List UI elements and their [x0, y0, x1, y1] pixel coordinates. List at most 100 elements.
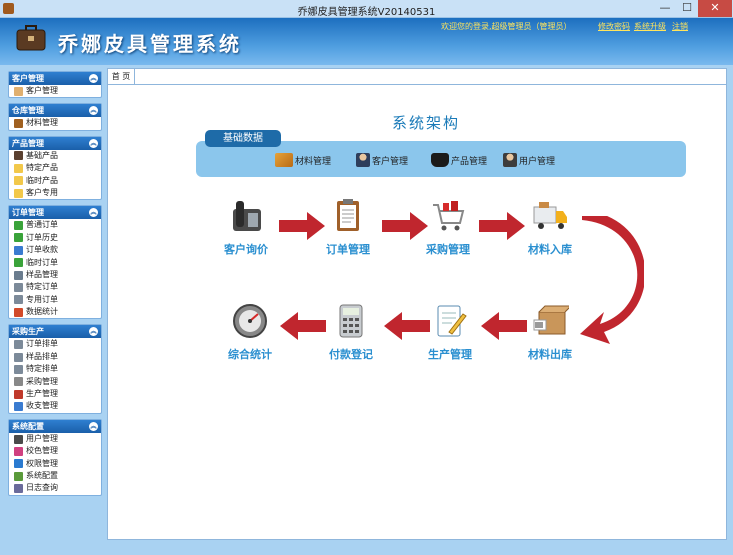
bag-icon	[14, 151, 23, 161]
collapse-icon[interactable]: ︽	[89, 421, 98, 431]
base-item-user[interactable]: 用户管理	[503, 153, 555, 167]
flow-arrow-right	[279, 212, 325, 240]
sidebar-section-header[interactable]: 客户管理 ︽	[9, 72, 101, 85]
sidebar-item-label: 订单收款	[26, 245, 58, 255]
sidebar-item[interactable]: 系统配置	[9, 470, 101, 482]
sidebar-section: 仓库管理 ︽ 材料管理	[8, 103, 102, 131]
architecture-title: 系统架构	[392, 114, 461, 132]
tab-home[interactable]: 首 页	[107, 68, 135, 84]
sidebar-item[interactable]: 专用订单	[9, 294, 101, 306]
logout-link[interactable]: 注销	[672, 21, 688, 32]
base-data-tag: 基础数据	[205, 130, 281, 147]
sidebar-item[interactable]: 权限管理	[9, 458, 101, 470]
sidebar-item[interactable]: 数据统计	[9, 306, 101, 318]
log-icon	[14, 484, 23, 494]
cart-icon	[433, 201, 465, 231]
calculator-icon	[339, 304, 363, 338]
material-icon	[14, 119, 23, 129]
collapse-icon[interactable]: ︽	[89, 138, 98, 148]
flow-arrow-right	[479, 212, 525, 240]
base-item-product[interactable]: 产品管理	[431, 153, 487, 167]
factory-icon	[14, 389, 23, 399]
close-button[interactable]: ✕	[698, 0, 732, 17]
sidebar-item-label: 特定产品	[26, 163, 58, 173]
sidebar: 客户管理 ︽ 客户管理仓库管理 ︽ 材料管理产品管理 ︽ 基础产品 特定产品临时产品 客户专用订…	[8, 71, 102, 536]
sidebar-item[interactable]: 样品管理	[9, 269, 101, 281]
doc-icon	[14, 352, 23, 362]
sidebar-section-header[interactable]: 产品管理 ︽	[9, 136, 101, 150]
sidebar-item-label: 普通订单	[26, 220, 58, 230]
sidebar-item[interactable]: 普通订单	[9, 219, 101, 231]
gauge-icon	[233, 304, 267, 338]
sidebar-item[interactable]: 订单排单	[9, 338, 101, 350]
sidebar-item-label: 采购管理	[26, 376, 58, 386]
sidebar-item-label: 样品排单	[26, 351, 58, 361]
flow-node-stock-in[interactable]: 材料入库	[515, 197, 585, 257]
collapse-icon[interactable]: ︽	[89, 106, 98, 116]
minimize-button[interactable]: —	[654, 0, 676, 17]
flow-node-payment[interactable]: 付款登记	[316, 302, 386, 362]
sidebar-item-label: 数据统计	[26, 307, 58, 317]
sidebar-item-label: 用户管理	[26, 433, 58, 443]
order-icon	[14, 221, 23, 231]
bag-icon	[431, 153, 449, 167]
sidebar-item[interactable]: 日志查询	[9, 482, 101, 494]
sidebar-item[interactable]: 临时订单	[9, 257, 101, 269]
doc-icon	[14, 364, 23, 374]
money-icon	[14, 245, 23, 255]
flow-node-inquiry[interactable]: 客户询价	[211, 197, 281, 257]
sample-icon	[14, 270, 23, 280]
sidebar-item[interactable]: 特定订单	[9, 281, 101, 293]
sidebar-item[interactable]: 临时产品	[9, 175, 101, 187]
sidebar-section: 采购生产 ︽ 订单排单样品排单特定排单采购管理生产管理 收支管理	[8, 324, 102, 414]
sidebar-item[interactable]: 采购管理	[9, 376, 101, 388]
clipboard-icon	[337, 199, 359, 231]
sidebar-item-label: 系统配置	[26, 470, 58, 480]
sidebar-section-header[interactable]: 仓库管理 ︽	[9, 104, 101, 118]
folder-icon	[14, 188, 23, 198]
change-password-link[interactable]: 修改密码	[598, 21, 630, 32]
maximize-button[interactable]: ☐	[676, 0, 698, 17]
flow-curve-arrow	[580, 216, 644, 344]
customer-icon	[14, 86, 23, 96]
sidebar-item[interactable]: 样品排单	[9, 351, 101, 363]
money-icon	[14, 402, 23, 412]
sidebar-item[interactable]: 订单历史	[9, 232, 101, 244]
doc-icon	[14, 340, 23, 350]
briefcase-logo-icon	[16, 25, 46, 51]
config-icon	[14, 471, 23, 481]
collapse-icon[interactable]: ︽	[89, 327, 98, 337]
stats-icon	[14, 307, 23, 317]
sidebar-item[interactable]: 特定排单	[9, 363, 101, 375]
welcome-text: 欢迎您的登录,超级管理员（管理员）	[441, 22, 572, 31]
sidebar-section-header[interactable]: 采购生产 ︽	[9, 325, 101, 339]
base-item-customer[interactable]: 客户管理	[356, 153, 408, 167]
collapse-icon[interactable]: ︽	[89, 208, 98, 218]
sidebar-item[interactable]: 收支管理	[9, 400, 101, 412]
sidebar-item[interactable]: 订单收款	[9, 244, 101, 256]
sidebar-section-title: 采购生产	[12, 327, 44, 337]
flow-node-statistics[interactable]: 综合统计	[215, 302, 285, 362]
sidebar-item[interactable]: 特定产品	[9, 162, 101, 174]
phone-icon	[233, 201, 261, 231]
collapse-icon[interactable]: ︽	[89, 74, 98, 83]
sidebar-item[interactable]: 用户管理	[9, 433, 101, 445]
sidebar-item-label: 订单历史	[26, 232, 58, 242]
sidebar-item[interactable]: 校色管理	[9, 445, 101, 457]
doc-icon	[14, 295, 23, 305]
system-upgrade-link[interactable]: 系统升级	[634, 21, 666, 32]
sidebar-item[interactable]: 客户专用	[9, 187, 101, 199]
sidebar-item[interactable]: 生产管理	[9, 388, 101, 400]
sidebar-item[interactable]: 客户管理	[9, 85, 101, 97]
folder-icon	[14, 176, 23, 186]
base-item-material[interactable]: 材料管理	[275, 153, 331, 167]
sidebar-item[interactable]: 材料管理	[9, 117, 101, 129]
sidebar-section-header[interactable]: 系统配置 ︽	[9, 419, 101, 433]
sidebar-item[interactable]: 基础产品	[9, 150, 101, 162]
permission-icon	[14, 459, 23, 469]
notepad-pencil-icon	[437, 305, 467, 337]
sidebar-item-label: 特定排单	[26, 364, 58, 374]
order-icon	[14, 258, 23, 268]
sidebar-item-label: 订单排单	[26, 339, 58, 349]
sidebar-section-header[interactable]: 订单管理 ︽	[9, 206, 101, 220]
